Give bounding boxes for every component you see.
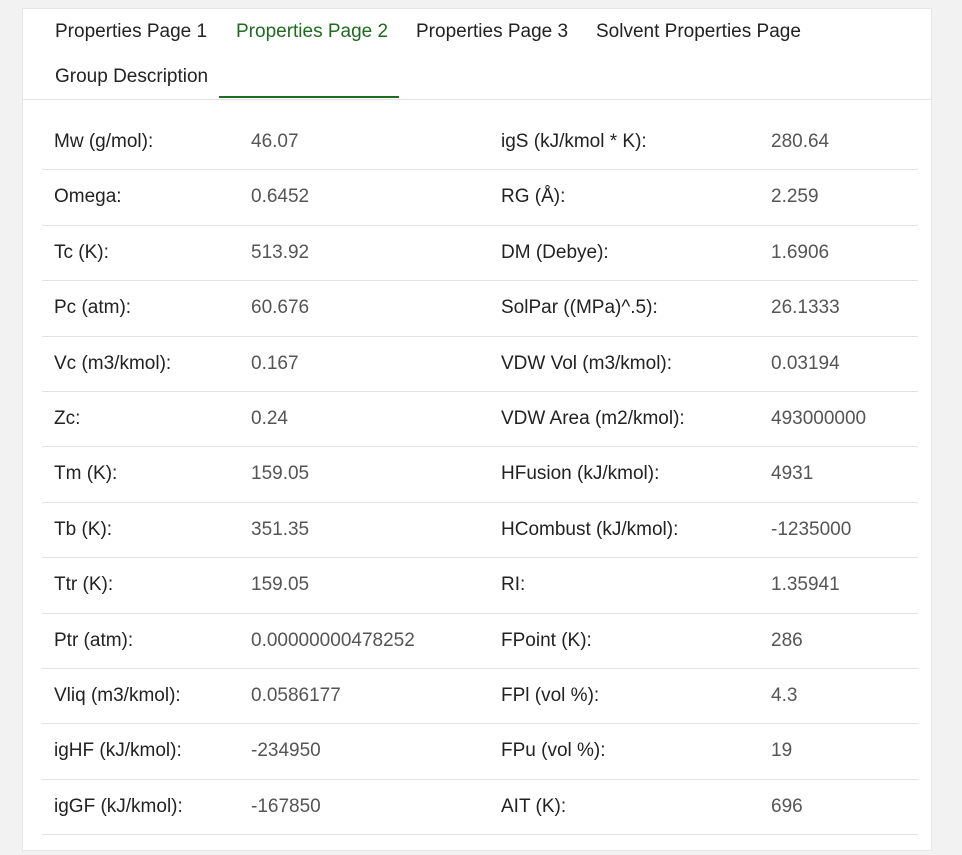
tab-bar: Properties Page 1 Properties Page 2 Prop…	[23, 9, 931, 100]
property-value: 493000000	[771, 407, 867, 429]
property-label: Vc (m3/kmol):	[54, 352, 172, 374]
table-row: Omega: 0.6452 RG (Å): 2.259	[42, 170, 918, 226]
table-row: Mw (g/mol): 46.07 igS (kJ/kmol * K): 280.64	[42, 115, 918, 171]
tab-properties-page-3[interactable]: Properties Page 3	[416, 10, 568, 54]
property-label: Tb (K):	[54, 518, 113, 540]
tab-properties-page-1[interactable]: Properties Page 1	[55, 10, 207, 54]
property-label: FPl (vol %):	[501, 684, 600, 706]
property-value: 2.259	[771, 186, 819, 208]
tab-solvent-properties-page[interactable]: Solvent Properties Page	[596, 10, 801, 54]
table-row: Vc (m3/kmol): 0.167 VDW Vol (m3/kmol): 0.03…	[42, 337, 918, 392]
table-row: Ptr (atm): 0.00000000478252 FPoint (K): 286	[42, 614, 918, 669]
property-value: 159.05	[251, 574, 310, 596]
property-label: igHF (kJ/kmol):	[54, 740, 182, 762]
property-value: 351.35	[251, 518, 310, 540]
property-label: VDW Vol (m3/kmol):	[501, 352, 673, 374]
property-label: igGF (kJ/kmol):	[54, 795, 183, 817]
property-label: Omega:	[54, 186, 122, 208]
property-value: 513.92	[251, 241, 310, 263]
property-value: -167850	[251, 795, 321, 817]
property-label: AIT (K):	[501, 795, 567, 817]
property-value: 26.1333	[771, 297, 840, 319]
property-label: igS (kJ/kmol * K):	[501, 131, 647, 152]
property-value: 4931	[771, 463, 814, 485]
active-tab-indicator	[219, 96, 399, 98]
property-value: -1235000	[771, 518, 852, 540]
property-label: RI:	[501, 574, 526, 596]
property-label: Ptr (atm):	[54, 629, 134, 651]
property-value: 0.167	[251, 352, 299, 374]
property-label: Pc (atm):	[54, 297, 132, 319]
property-value: 0.6452	[251, 186, 310, 208]
property-label: Zc:	[54, 407, 81, 429]
property-label: HCombust (kJ/kmol):	[501, 518, 679, 540]
table-row: Tc (K): 513.92 DM (Debye): 1.6906	[42, 226, 918, 282]
table-row: Tb (K): 351.35 HCombust (kJ/kmol): -1235000	[42, 503, 918, 559]
table-row: Tm (K): 159.05 HFusion (kJ/kmol): 4931	[42, 447, 918, 503]
property-label: Tm (K):	[54, 463, 118, 485]
table-row: Vliq (m3/kmol): 0.0586177 FPl (vol %): 4.3	[42, 669, 918, 725]
property-value: 280.64	[771, 131, 830, 152]
property-label: RG (Å):	[501, 186, 566, 208]
property-label: DM (Debye):	[501, 241, 609, 263]
table-row: Ttr (K): 159.05 RI: 1.35941	[42, 558, 918, 614]
property-value: -234950	[251, 740, 321, 762]
property-value: 159.05	[251, 463, 310, 485]
tab-group-description[interactable]: Group Description	[55, 55, 208, 99]
property-value: 4.3	[771, 684, 798, 706]
property-label: Vliq (m3/kmol):	[54, 684, 181, 706]
property-value: 19	[771, 740, 793, 762]
property-value: 0.0586177	[251, 684, 341, 706]
property-label: Mw (g/mol):	[54, 131, 154, 152]
property-value: 0.00000000478252	[251, 629, 415, 651]
property-value: 0.03194	[771, 352, 840, 374]
property-value: 1.6906	[771, 241, 830, 263]
table-row: igGF (kJ/kmol): -167850 AIT (K): 696	[42, 780, 918, 836]
property-label: FPoint (K):	[501, 629, 592, 651]
property-value: 46.07	[251, 131, 299, 152]
table-row: Pc (atm): 60.676 SolPar ((MPa)^.5): 26.1333	[42, 281, 918, 337]
properties-table: Mw (g/mol): 46.07 igS (kJ/kmol * K): 280.64…	[42, 115, 918, 836]
property-label: SolPar ((MPa)^.5):	[501, 297, 658, 319]
properties-panel: Properties Page 1 Properties Page 2 Prop…	[22, 8, 932, 851]
property-value: 286	[771, 629, 803, 651]
property-label: HFusion (kJ/kmol):	[501, 463, 660, 485]
property-value: 1.35941	[771, 574, 840, 596]
table-row: Zc: 0.24 VDW Area (m2/kmol): 493000000	[42, 392, 918, 448]
property-label: VDW Area (m2/kmol):	[501, 407, 685, 429]
property-label: Tc (K):	[54, 241, 109, 263]
property-label: FPu (vol %):	[501, 740, 606, 762]
property-value: 696	[771, 795, 803, 817]
property-label: Ttr (K):	[54, 574, 114, 596]
tab-properties-page-2[interactable]: Properties Page 2	[236, 10, 388, 54]
property-value: 0.24	[251, 407, 288, 429]
table-row: igHF (kJ/kmol): -234950 FPu (vol %): 19	[42, 724, 918, 780]
property-value: 60.676	[251, 297, 310, 319]
